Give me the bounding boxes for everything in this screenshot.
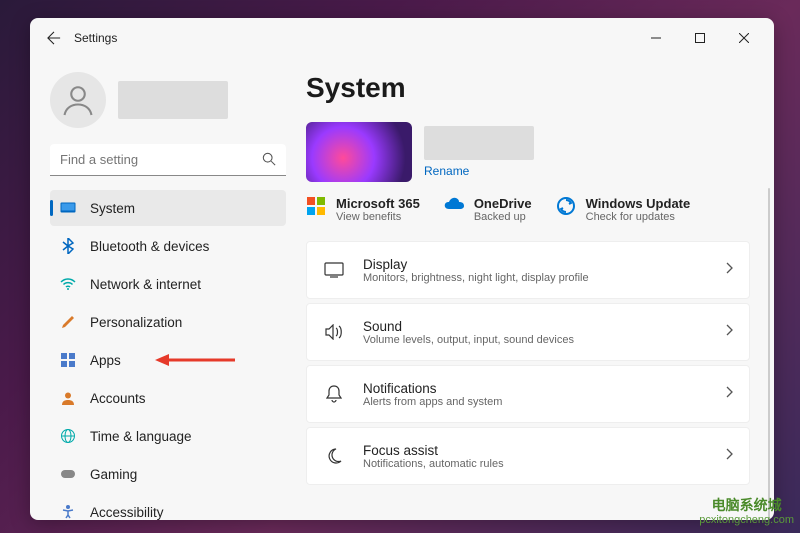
wifi-icon	[60, 276, 76, 292]
profile-section[interactable]	[50, 66, 286, 144]
status-sub: Backed up	[474, 211, 532, 223]
minimize-icon	[651, 33, 661, 43]
search-input[interactable]	[50, 144, 286, 176]
setting-title: Sound	[363, 319, 725, 334]
sidebar-item-label: Apps	[90, 353, 121, 368]
setting-focus-assist[interactable]: Focus assistNotifications, automatic rul…	[306, 427, 750, 485]
titlebar: Settings	[30, 18, 774, 58]
accounts-icon	[60, 390, 76, 406]
sidebar-item-label: Gaming	[90, 467, 137, 482]
apps-icon	[60, 352, 76, 368]
setting-notifications[interactable]: NotificationsAlerts from apps and system	[306, 365, 750, 423]
sidebar-item-label: Bluetooth & devices	[90, 239, 209, 254]
content: System Bluetooth & devices Network & int…	[30, 58, 774, 520]
sidebar-item-label: Accounts	[90, 391, 146, 406]
bluetooth-icon	[60, 238, 76, 254]
status-sub: View benefits	[336, 211, 420, 223]
sidebar-item-accessibility[interactable]: Accessibility	[50, 494, 286, 520]
status-title: Microsoft 365	[336, 196, 420, 211]
setting-sound[interactable]: SoundVolume levels, output, input, sound…	[306, 303, 750, 361]
sidebar-item-label: Network & internet	[90, 277, 201, 292]
chevron-right-icon	[725, 323, 733, 341]
watermark-line1: 电脑系统城	[699, 497, 794, 514]
microsoft365-icon	[306, 196, 328, 218]
close-icon	[739, 33, 749, 43]
page-title: System	[306, 72, 750, 104]
moon-icon	[323, 448, 345, 464]
system-icon	[60, 200, 76, 216]
device-info: Rename	[424, 122, 534, 182]
setting-display[interactable]: DisplayMonitors, brightness, night light…	[306, 241, 750, 299]
chevron-right-icon	[725, 447, 733, 465]
minimize-button[interactable]	[634, 22, 678, 54]
profile-name-redacted	[118, 81, 228, 119]
bell-icon	[323, 385, 345, 403]
status-microsoft365[interactable]: Microsoft 365View benefits	[306, 196, 420, 223]
gaming-icon	[60, 466, 76, 482]
brush-icon	[60, 314, 76, 330]
sidebar-item-personalization[interactable]: Personalization	[50, 304, 286, 340]
setting-title: Notifications	[363, 381, 725, 396]
sidebar-item-label: System	[90, 201, 135, 216]
watermark-line2: pcxitongcheng.com	[699, 514, 794, 527]
maximize-button[interactable]	[678, 22, 722, 54]
avatar	[50, 72, 106, 128]
update-icon	[556, 196, 578, 218]
sidebar-item-network[interactable]: Network & internet	[50, 266, 286, 302]
sidebar-item-apps[interactable]: Apps	[50, 342, 286, 378]
display-icon	[323, 262, 345, 278]
status-row: Microsoft 365View benefits OneDriveBacke…	[306, 196, 750, 223]
setting-title: Focus assist	[363, 443, 725, 458]
search-icon	[262, 152, 276, 171]
sidebar-item-label: Personalization	[90, 315, 182, 330]
globe-icon	[60, 428, 76, 444]
settings-window: Settings System	[30, 18, 774, 520]
status-onedrive[interactable]: OneDriveBacked up	[444, 196, 532, 223]
sidebar-item-label: Accessibility	[90, 505, 164, 520]
status-title: Windows Update	[586, 196, 691, 211]
device-thumbnail[interactable]	[306, 122, 412, 182]
back-button[interactable]	[38, 22, 70, 54]
scrollbar[interactable]	[768, 188, 770, 520]
settings-list: DisplayMonitors, brightness, night light…	[306, 241, 750, 485]
close-button[interactable]	[722, 22, 766, 54]
chevron-right-icon	[725, 261, 733, 279]
setting-sub: Monitors, brightness, night light, displ…	[363, 272, 725, 284]
chevron-right-icon	[725, 385, 733, 403]
sidebar-item-accounts[interactable]: Accounts	[50, 380, 286, 416]
setting-sub: Notifications, automatic rules	[363, 458, 725, 470]
onedrive-icon	[444, 196, 466, 218]
setting-sub: Volume levels, output, input, sound devi…	[363, 334, 725, 346]
accessibility-icon	[60, 504, 76, 520]
status-title: OneDrive	[474, 196, 532, 211]
sidebar-item-system[interactable]: System	[50, 190, 286, 226]
sound-icon	[323, 324, 345, 340]
device-row: Rename	[306, 122, 750, 182]
back-arrow-icon	[47, 31, 61, 45]
sidebar-item-bluetooth[interactable]: Bluetooth & devices	[50, 228, 286, 264]
person-icon	[60, 82, 96, 118]
watermark: 电脑系统城 pcxitongcheng.com	[699, 497, 794, 527]
window-controls	[634, 22, 766, 54]
setting-sub: Alerts from apps and system	[363, 396, 725, 408]
setting-title: Display	[363, 257, 725, 272]
search-box[interactable]	[50, 144, 286, 176]
status-sub: Check for updates	[586, 211, 691, 223]
status-windows-update[interactable]: Windows UpdateCheck for updates	[556, 196, 691, 223]
device-name-redacted	[424, 126, 534, 160]
maximize-icon	[695, 33, 705, 43]
sidebar-item-time-language[interactable]: Time & language	[50, 418, 286, 454]
rename-link[interactable]: Rename	[424, 164, 534, 178]
sidebar-item-gaming[interactable]: Gaming	[50, 456, 286, 492]
sidebar: System Bluetooth & devices Network & int…	[30, 58, 298, 520]
window-title: Settings	[74, 31, 117, 45]
sidebar-item-label: Time & language	[90, 429, 192, 444]
main-panel: System Rename Microsoft 365View benefits…	[298, 58, 774, 520]
annotation-arrow	[155, 342, 235, 378]
nav-list: System Bluetooth & devices Network & int…	[50, 190, 286, 520]
